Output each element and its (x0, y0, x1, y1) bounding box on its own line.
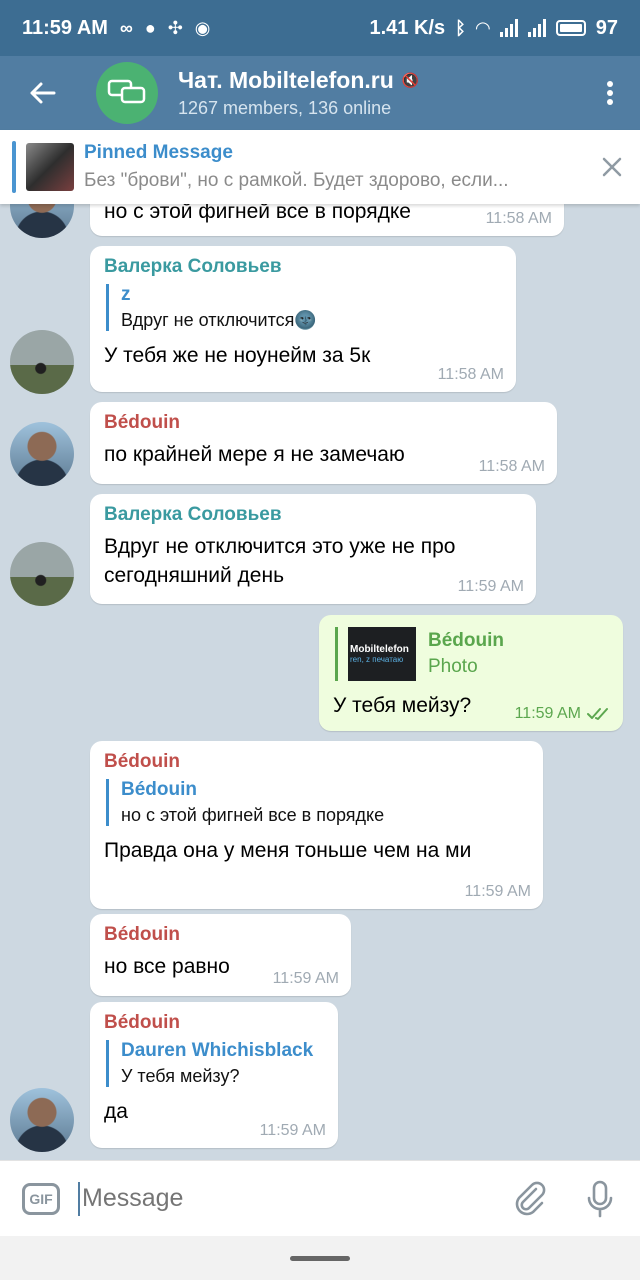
avatar[interactable] (10, 422, 74, 486)
reply-text: У тебя мейзу? (121, 1066, 240, 1086)
chat-avatar[interactable] (96, 62, 158, 124)
reply-text: Вдруг не отключится🌚 (121, 310, 317, 330)
muted-icon: 🔇 (401, 72, 420, 88)
status-right: 1.41 K/s ᛒ ◠ 97 (369, 17, 618, 40)
pinned-message[interactable]: Pinned Message Без "брови", но с рамкой.… (0, 130, 640, 204)
chat-bubble-icon: ● (144, 18, 156, 38)
message-input-bar: GIF (0, 1160, 640, 1236)
avatar[interactable] (10, 1088, 74, 1152)
reply-name: Bédouin (121, 779, 197, 800)
wifi-icon: ◠ (475, 18, 490, 38)
double-check-icon (587, 708, 608, 720)
attach-button[interactable] (510, 1179, 550, 1219)
pinned-close-button[interactable] (596, 151, 628, 183)
message-bubble[interactable]: Bédouin по крайней мере я не замечаю 11:… (90, 402, 557, 484)
message-bubble[interactable]: Bédouin но все равно 11:59 AM (90, 914, 351, 996)
sender-name[interactable]: Bédouin (104, 1012, 324, 1034)
chat-title-text: Чат. Mobiltelefon.ru (178, 67, 394, 93)
message-time: 11:59 AM (457, 578, 524, 595)
sender-name[interactable]: Bédouin (104, 751, 529, 773)
reply-quote[interactable]: Bédouin но с этой фигней все в порядке (106, 779, 529, 826)
message-time: 11:59 AM (464, 883, 531, 900)
message-time: 11:58 AM (437, 366, 504, 383)
avatar[interactable] (10, 204, 74, 238)
message-time: 11:58 AM (478, 458, 545, 475)
photo-thumbnail-title: Mobiltelefon (350, 644, 409, 655)
status-left: 11:59 AM ∞ ● ✣ ◉ (22, 17, 211, 40)
avatar[interactable] (10, 542, 74, 606)
infinity-icon: ∞ (119, 18, 133, 38)
chat-title: Чат. Mobiltelefon.ru 🔇 (178, 67, 419, 94)
bluetooth-icon: ᛒ (455, 18, 466, 38)
reply-quote[interactable]: Dauren Whichisblack У тебя мейзу? (106, 1040, 324, 1087)
microphone-icon (587, 1180, 613, 1217)
chat-title-area[interactable]: Чат. Mobiltelefon.ru 🔇 1267 members, 136… (178, 67, 419, 119)
message-time: 11:59 AM (272, 970, 339, 987)
pinned-text-area: Pinned Message Без "брови", но с рамкой.… (84, 142, 564, 192)
gif-button[interactable]: GIF (22, 1182, 60, 1215)
message-bubble[interactable]: Валерка Соловьев Вдруг не отключится это… (90, 494, 536, 604)
message-time: 11:59 AM (259, 1122, 326, 1139)
home-gesture-pill[interactable] (290, 1255, 350, 1261)
pinned-body: Без "брови", но с рамкой. Будет здорово,… (84, 170, 509, 191)
close-icon (602, 157, 622, 177)
reply-text: но с этой фигней все в порядке (121, 805, 385, 825)
chrome-icon: ◉ (194, 18, 211, 38)
paperclip-icon (515, 1181, 546, 1215)
reply-text: Photo (428, 656, 478, 677)
reply-photo-thumbnail: Mobiltelefon ren, z печатаю (348, 627, 416, 681)
pinned-thumbnail (26, 143, 74, 191)
sender-name[interactable]: Bédouin (104, 924, 337, 946)
message-text: но с этой фигней все в порядке (104, 204, 411, 223)
network-speed: 1.41 K/s (369, 16, 446, 39)
reply-quote[interactable]: z Вдруг не отключится🌚 (106, 284, 502, 331)
signal-icon-2 (527, 19, 546, 37)
reply-name: Dauren Whichisblack (121, 1040, 314, 1061)
message-bubble-outgoing[interactable]: Mobiltelefon ren, z печатаю Bédouin Phot… (319, 615, 623, 731)
message-bubble[interactable]: но с этой фигней все в порядке 11:58 AM (90, 204, 564, 236)
message-bubble[interactable]: Bédouin Bédouin но с этой фигней все в п… (90, 741, 543, 909)
back-button[interactable] (0, 56, 84, 130)
message-bubble[interactable]: Валерка Соловьев z Вдруг не отключится🌚 … (90, 246, 516, 392)
avatar[interactable] (10, 330, 74, 394)
reply-name: Bédouin (428, 630, 504, 651)
message-text: Правда она у меня тоньше чем на ми (104, 839, 472, 862)
sender-name[interactable]: Валерка Соловьев (104, 504, 522, 526)
more-menu-button[interactable] (580, 56, 640, 130)
message-time-text: 11:59 AM (514, 705, 581, 722)
message-bubble[interactable]: Bédouin Dauren Whichisblack У тебя мейзу… (90, 1002, 338, 1148)
pinned-accent-bar (12, 141, 16, 193)
message-text: по крайней мере я не замечаю (104, 443, 405, 466)
reply-name: z (121, 284, 131, 305)
more-vertical-icon (607, 81, 613, 105)
status-time: 11:59 AM (22, 16, 108, 39)
status-bar: 11:59 AM ∞ ● ✣ ◉ 1.41 K/s ᛒ ◠ 97 (0, 0, 640, 56)
chat-messages[interactable]: но с этой фигней все в порядке 11:58 AM … (0, 204, 640, 1160)
battery-icon (555, 20, 586, 36)
message-input[interactable] (82, 1184, 462, 1213)
photo-thumbnail-caption: ren, z печатаю (350, 655, 404, 664)
reply-quote[interactable]: Mobiltelefon ren, z печатаю Bédouin Phot… (335, 627, 609, 681)
system-nav-bar (0, 1236, 640, 1280)
pinned-title: Pinned Message (84, 142, 233, 163)
chat-subtitle: 1267 members, 136 online (178, 98, 392, 118)
message-time: 11:58 AM (485, 210, 552, 227)
battery-level: 97 (595, 16, 618, 39)
sender-name[interactable]: Валерка Соловьев (104, 256, 502, 278)
arrow-left-icon (30, 82, 56, 104)
signal-icon (499, 19, 518, 37)
message-time: 11:59 AM (515, 705, 611, 723)
text-caret (78, 1181, 80, 1216)
group-chat-icon (107, 79, 146, 104)
sender-name[interactable]: Bédouin (104, 412, 543, 434)
chat-header: Чат. Mobiltelefon.ru 🔇 1267 members, 136… (0, 56, 640, 130)
voice-message-button[interactable] (580, 1179, 620, 1219)
share-icon: ✣ (167, 18, 183, 38)
